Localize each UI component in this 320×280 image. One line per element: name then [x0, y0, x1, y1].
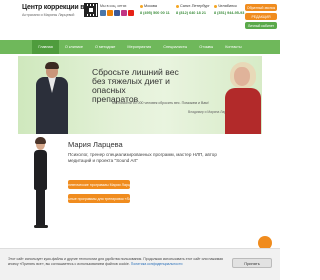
phone-moscow[interactable]: 8 (495) 500 00 11 — [140, 11, 170, 15]
man-photo — [32, 58, 72, 134]
qr-code-center — [87, 6, 95, 14]
callback-button[interactable]: Обратный звонок — [245, 4, 277, 11]
logo-subtitle: Астрахани и Марины Ларцевой — [22, 13, 75, 17]
main-nav: Главная О клинике О методике Мероприятия… — [0, 40, 280, 54]
location-icon — [176, 4, 179, 8]
vk-icon[interactable] — [100, 10, 106, 16]
facebook-icon[interactable] — [114, 10, 120, 16]
city-label: Москва — [144, 4, 157, 8]
nav-item-contacts[interactable]: Контакты — [219, 40, 247, 54]
account-button[interactable]: Личный кабинет — [245, 22, 277, 29]
city-moscow: Москва — [140, 4, 157, 8]
city-spb: Санкт-Петербург — [176, 4, 210, 8]
profile-photo — [31, 137, 51, 233]
phone-spb[interactable]: 8 (812) 640 18 21 — [176, 11, 206, 15]
profile-name: Мария Ларцева — [68, 140, 123, 149]
hero-title-line: без тяжелых диет и опасных — [92, 76, 170, 96]
cookie-text: Этот сайт использует куки-файлы и другие… — [8, 257, 223, 267]
city-label: Санкт-Петербург — [180, 4, 210, 8]
location-icon — [140, 4, 143, 8]
hero-title: Сбросьте лишний вес без тяжелых диет и о… — [92, 67, 202, 104]
faq-button[interactable]: РЕДАКЦИЯ — [245, 13, 277, 20]
hero-subtitle: Мы помогли 50 000 человек сбросить вес. … — [112, 101, 209, 105]
phone-chelyabinsk[interactable]: 8 (351) 944-95-93 — [214, 11, 244, 15]
site-header: Центр коррекции веса Астрахани и Марины … — [0, 0, 280, 40]
cookie-accept-button[interactable]: Принять — [232, 258, 272, 268]
sound-art-button[interactable]: Специальные программы для тренировок «So… — [54, 194, 144, 203]
ok-icon[interactable] — [107, 10, 113, 16]
youtube-icon[interactable] — [128, 10, 134, 16]
profile-description: Психолог, тренер специализированных прог… — [68, 152, 217, 163]
instagram-icon[interactable] — [121, 10, 127, 16]
privacy-policy-link[interactable]: Политика конфиденциальности — [131, 262, 183, 266]
social-icons — [100, 10, 134, 16]
cookie-banner: Этот сайт использует куки-файлы и другие… — [0, 248, 280, 280]
location-icon — [214, 4, 217, 8]
city-chelyabinsk: Челябинск — [214, 4, 237, 8]
therapy-programs-button[interactable]: Терапевтические программы Марии Ларцевой — [60, 180, 138, 189]
woman-photo — [223, 58, 262, 134]
nav-item-specialists[interactable]: Специалисты — [157, 40, 193, 54]
nav-item-reviews[interactable]: Отзывы — [193, 40, 219, 54]
nav-item-method[interactable]: О методике — [89, 40, 121, 54]
city-label: Челябинск — [218, 4, 237, 8]
hero-banner: Сбросьте лишний вес без тяжелых диет и о… — [18, 56, 262, 134]
social-label: Мы в соц. сетях — [100, 4, 127, 8]
cookie-message: Этот сайт использует куки-файлы и другие… — [8, 257, 223, 266]
nav-item-home[interactable]: Главная — [32, 40, 59, 54]
nav-item-clinic[interactable]: О клинике — [59, 40, 89, 54]
nav-item-events[interactable]: Мероприятия — [121, 40, 157, 54]
